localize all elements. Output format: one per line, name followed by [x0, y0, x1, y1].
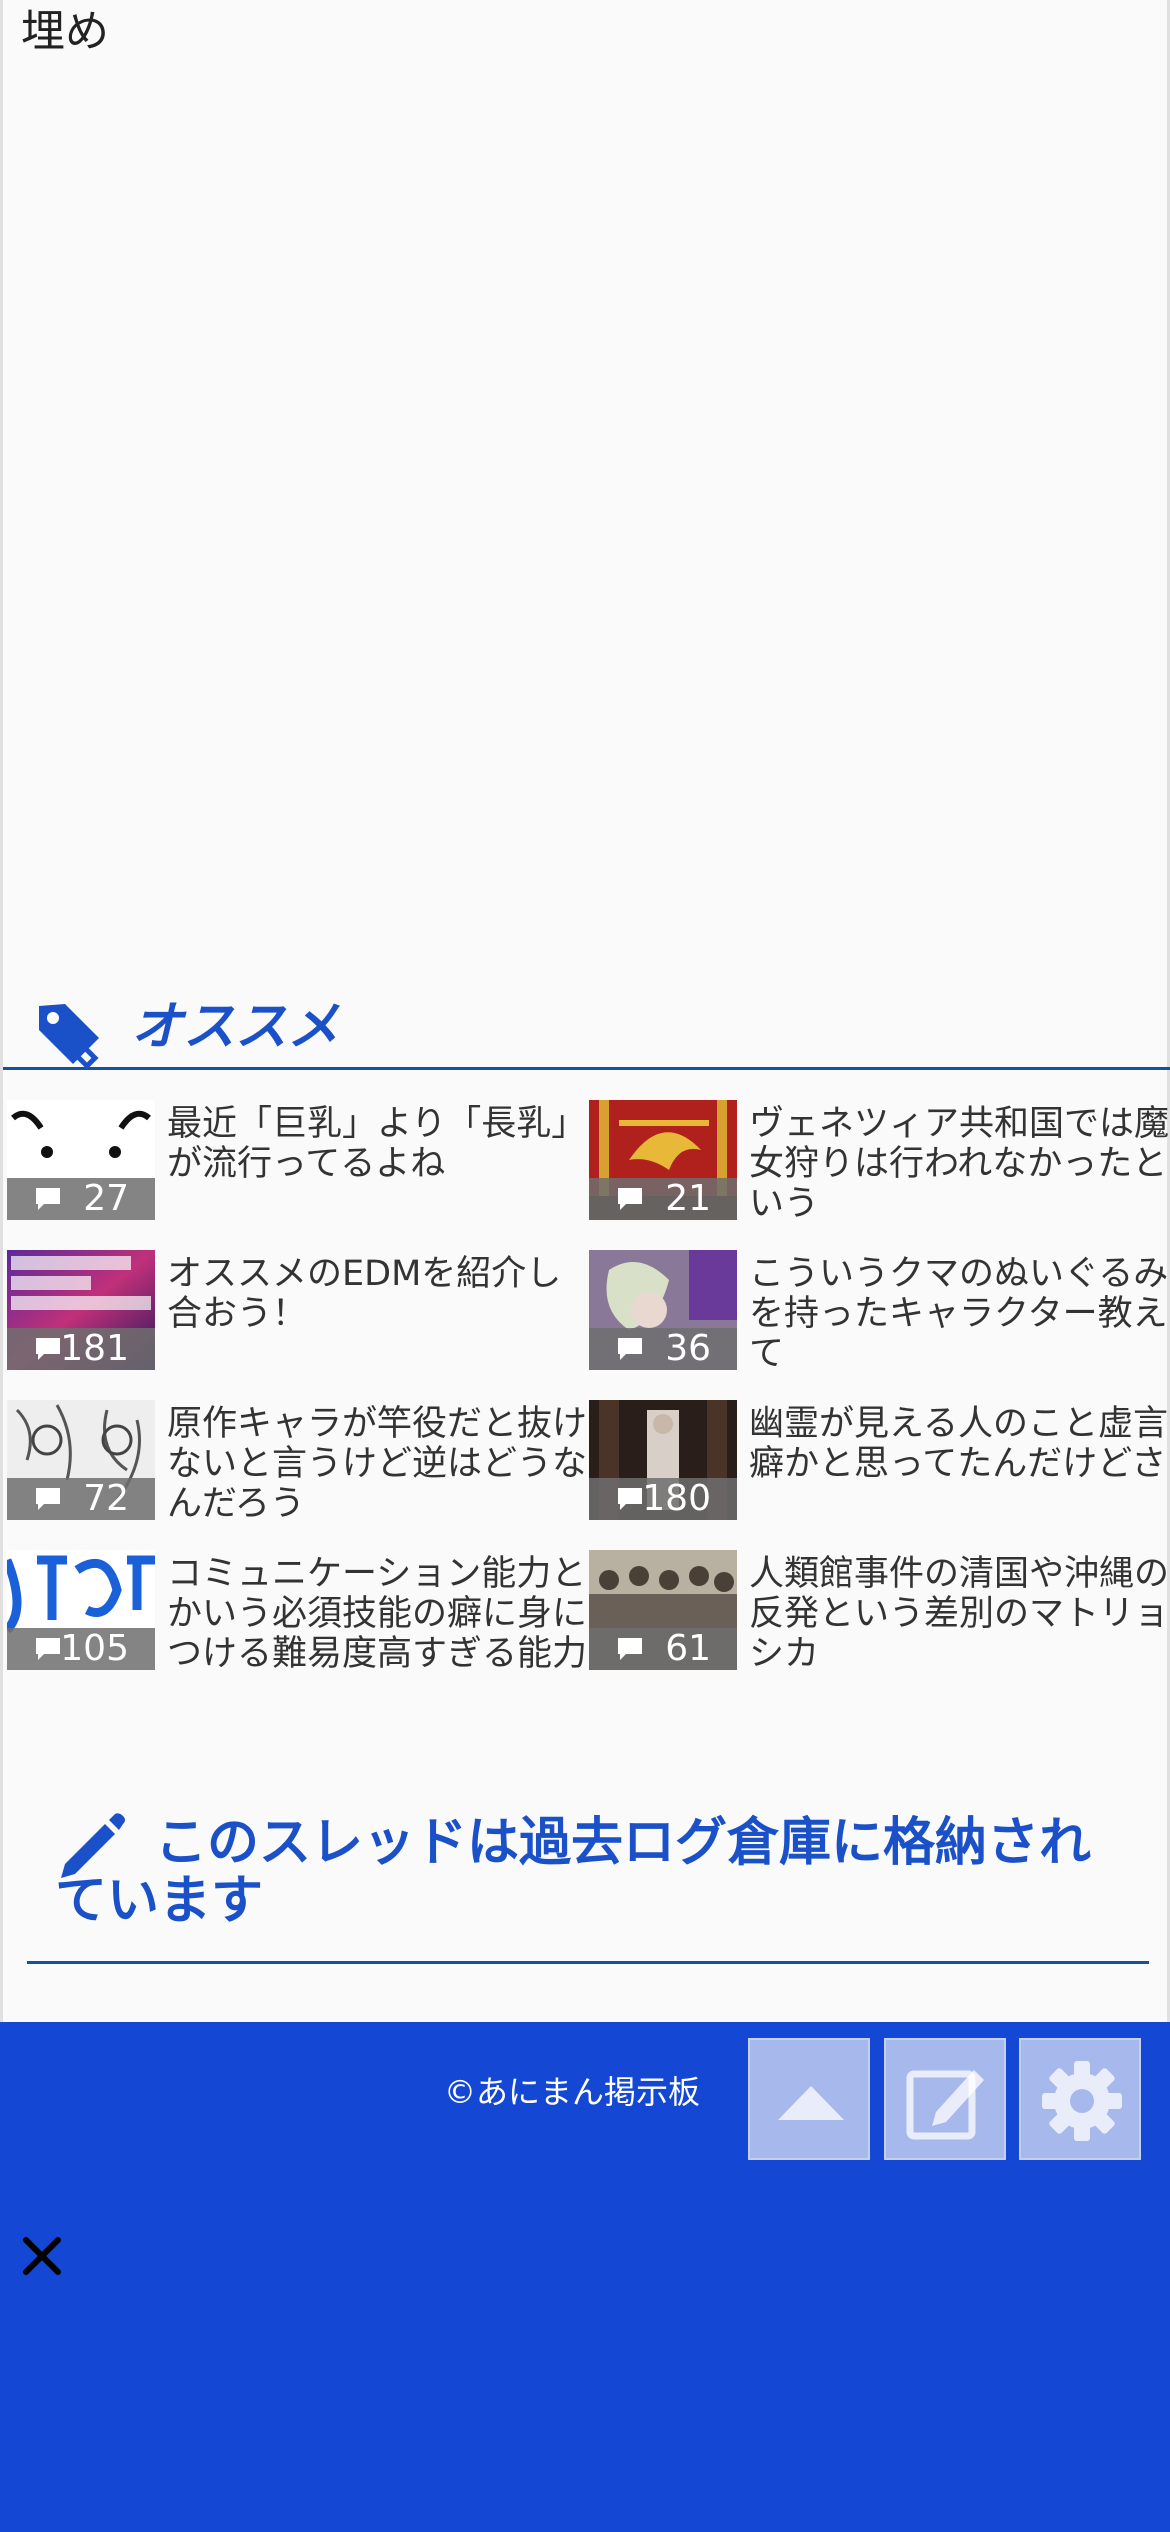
comment-icon: [36, 1338, 60, 1360]
comment-icon: [618, 1338, 642, 1360]
tag-icon: [39, 1004, 99, 1070]
copyright: ©あにまん掲示板: [444, 2073, 701, 2111]
comment-count: 36: [589, 1328, 737, 1370]
comment-count: 180: [589, 1478, 737, 1520]
comment-icon: [36, 1488, 60, 1510]
thumbnail[interactable]: 72: [7, 1400, 155, 1520]
thread-content: 埋め オススメ 27 最近「巨乳」より「長乳」が流行ってるよね 21 ヴェネツィ…: [0, 0, 1170, 2022]
recommend-item-title[interactable]: オススメのEDMを紹介し合おう！: [167, 1254, 587, 1334]
comment-icon: [36, 1188, 60, 1210]
archive-notice-text: このスレッドは過去ログ倉庫に格納されています: [55, 1813, 1092, 1931]
comment-icon: [618, 1638, 642, 1660]
recommend-item[interactable]: 61 人類館事件の清国や沖縄の反発という差別のマトリョシカ: [589, 1550, 1169, 1690]
write-button[interactable]: [884, 2038, 1006, 2160]
thumbnail[interactable]: 105: [7, 1550, 155, 1670]
thumbnail[interactable]: 36: [589, 1250, 737, 1370]
recommend-item[interactable]: 181 オススメのEDMを紹介し合おう！: [7, 1250, 587, 1390]
recommend-item[interactable]: 105 コミュニケーション能力とかいう必須技能の癖に身につける難易度高すぎる能力: [7, 1550, 587, 1690]
settings-button[interactable]: [1019, 2038, 1141, 2160]
recommend-item-title[interactable]: コミュニケーション能力とかいう必須技能の癖に身につける難易度高すぎる能力: [167, 1554, 587, 1674]
thumbnail[interactable]: 21: [589, 1100, 737, 1220]
recommend-item[interactable]: 27 最近「巨乳」より「長乳」が流行ってるよね: [7, 1100, 587, 1240]
post-text: 埋め: [21, 6, 109, 57]
comment-icon: [36, 1638, 60, 1660]
recommend-item-title[interactable]: 最近「巨乳」より「長乳」が流行ってるよね: [167, 1104, 587, 1184]
comment-count: 27: [7, 1178, 155, 1220]
edit-icon: [906, 2070, 984, 2140]
comment-icon: [618, 1188, 642, 1210]
scroll-top-button[interactable]: [748, 2038, 870, 2160]
comment-count: 72: [7, 1478, 155, 1520]
thumbnail[interactable]: 181: [7, 1250, 155, 1370]
recommend-item-title[interactable]: 幽霊が見える人のこと虚言癖かと思ってたんだけどさ: [749, 1404, 1169, 1484]
recommend-item[interactable]: 72 原作キャラが竿役だと抜けないと言うけど逆はどうなんだろう: [7, 1400, 587, 1540]
page: 埋め オススメ 27 最近「巨乳」より「長乳」が流行ってるよね 21 ヴェネツィ…: [0, 0, 1170, 2532]
comment-icon: [618, 1488, 642, 1510]
recommend-item-title[interactable]: 原作キャラが竿役だと抜けないと言うけど逆はどうなんだろう: [167, 1404, 587, 1524]
thumbnail[interactable]: 27: [7, 1100, 155, 1220]
recommend-title: オススメ: [131, 997, 340, 1057]
comment-count: 105: [7, 1628, 155, 1670]
recommend-item-title[interactable]: ヴェネツィア共和国では魔女狩りは行われなかったという: [749, 1104, 1169, 1224]
thumbnail[interactable]: 180: [589, 1400, 737, 1520]
recommend-item[interactable]: 21 ヴェネツィア共和国では魔女狩りは行われなかったという: [589, 1100, 1169, 1240]
recommend-item[interactable]: 36 こういうクマのぬいぐるみを持ったキャラクター教えて: [589, 1250, 1169, 1390]
recommend-item[interactable]: 180 幽霊が見える人のこと虚言癖かと思ってたんだけどさ: [589, 1400, 1169, 1540]
comment-count: 21: [589, 1178, 737, 1220]
comment-count: 61: [589, 1628, 737, 1670]
archive-notice: このスレッドは過去ログ倉庫に格納されています: [27, 1800, 1149, 1964]
recommend-item-title[interactable]: こういうクマのぬいぐるみを持ったキャラクター教えて: [749, 1254, 1169, 1374]
arrow-up-icon: [778, 2086, 844, 2120]
footer: ©あにまん掲示板: [0, 2022, 1170, 2532]
thumbnail[interactable]: 61: [589, 1550, 737, 1670]
close-icon[interactable]: [18, 2232, 66, 2280]
comment-count: 181: [7, 1328, 155, 1370]
recommend-header: オススメ: [3, 990, 1170, 1070]
recommend-item-title[interactable]: 人類館事件の清国や沖縄の反発という差別のマトリョシカ: [749, 1554, 1169, 1674]
gear-icon: [1042, 2061, 1122, 2141]
